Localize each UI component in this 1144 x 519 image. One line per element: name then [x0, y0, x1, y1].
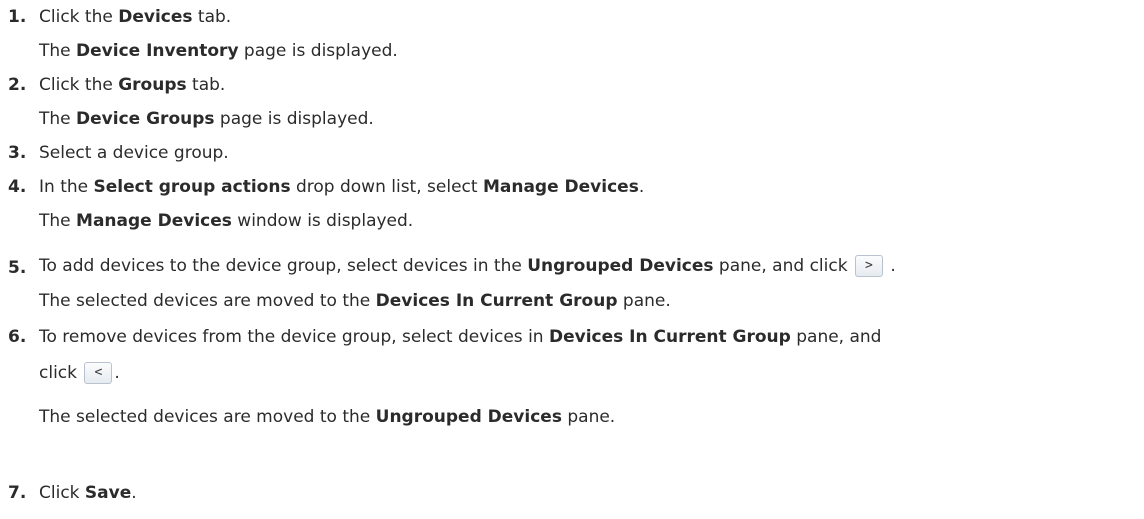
text: pane, and: [790, 327, 882, 347]
text: .: [638, 177, 645, 197]
ui-term: Devices In Current Group: [548, 327, 791, 347]
ui-term: Manage Devices: [482, 177, 639, 197]
ui-term: Devices In Current Group: [375, 291, 618, 311]
move-right-button-icon: >: [854, 255, 883, 277]
step-result: The selected devices are moved to the De…: [39, 290, 671, 312]
text: The selected devices are moved to the: [39, 407, 376, 427]
text: tab.: [192, 7, 232, 27]
text: .: [131, 483, 137, 503]
text: pane.: [617, 291, 671, 311]
text: To add devices to the device group, sele…: [39, 256, 528, 276]
text: page is displayed.: [238, 41, 398, 61]
text: Click: [39, 483, 85, 503]
text: window is displayed.: [231, 211, 414, 231]
text: The: [39, 41, 77, 61]
text: click: [39, 363, 83, 383]
step-instruction: In the Select group actions drop down li…: [39, 176, 644, 198]
ui-term: Devices: [118, 7, 193, 27]
text: .: [114, 363, 120, 383]
step-result: The Device Groups page is displayed.: [39, 108, 374, 130]
ui-term: Ungrouped Devices: [527, 256, 714, 276]
step-instruction: Click the Devices tab.: [39, 6, 231, 28]
text: tab.: [186, 75, 226, 95]
ui-term: Manage Devices: [76, 211, 232, 231]
step-number: 1.: [8, 7, 27, 27]
move-left-button-icon: <: [84, 362, 113, 384]
text: .: [884, 256, 896, 276]
text: Select a device group.: [39, 143, 229, 163]
ui-term: Save: [84, 483, 132, 503]
text: page is displayed.: [214, 109, 374, 129]
text: drop down list, select: [290, 177, 483, 197]
ui-term: Select group actions: [93, 177, 291, 197]
step-instruction: To remove devices from the device group,…: [39, 326, 881, 348]
text: Click the: [39, 75, 119, 95]
text: The selected devices are moved to the: [39, 291, 376, 311]
ui-term: Groups: [118, 75, 187, 95]
step-instruction-continued: click <.: [39, 362, 120, 384]
step-number: 6.: [8, 327, 27, 347]
ui-term: Device Groups: [76, 109, 215, 129]
step-number: 3.: [8, 143, 27, 163]
step-number: 7.: [8, 483, 27, 503]
step-number: 5.: [8, 258, 27, 278]
ui-term: Ungrouped Devices: [375, 407, 562, 427]
text: The: [39, 109, 77, 129]
step-result: The selected devices are moved to the Un…: [39, 406, 615, 428]
text: To remove devices from the device group,…: [39, 327, 549, 347]
step-instruction: Click Save.: [39, 482, 137, 504]
step-result: The Device Inventory page is displayed.: [39, 40, 398, 62]
step-result: The Manage Devices window is displayed.: [39, 210, 413, 232]
step-instruction: To add devices to the device group, sele…: [39, 255, 896, 277]
text: The: [39, 211, 77, 231]
text: pane, and click: [713, 256, 853, 276]
step-instruction: Click the Groups tab.: [39, 74, 225, 96]
ui-term: Device Inventory: [76, 41, 239, 61]
text: Click the: [39, 7, 119, 27]
text: In the: [39, 177, 94, 197]
text: pane.: [561, 407, 616, 427]
step-number: 2.: [8, 75, 27, 95]
step-number: 4.: [8, 177, 27, 197]
step-instruction: Select a device group.: [39, 142, 229, 164]
